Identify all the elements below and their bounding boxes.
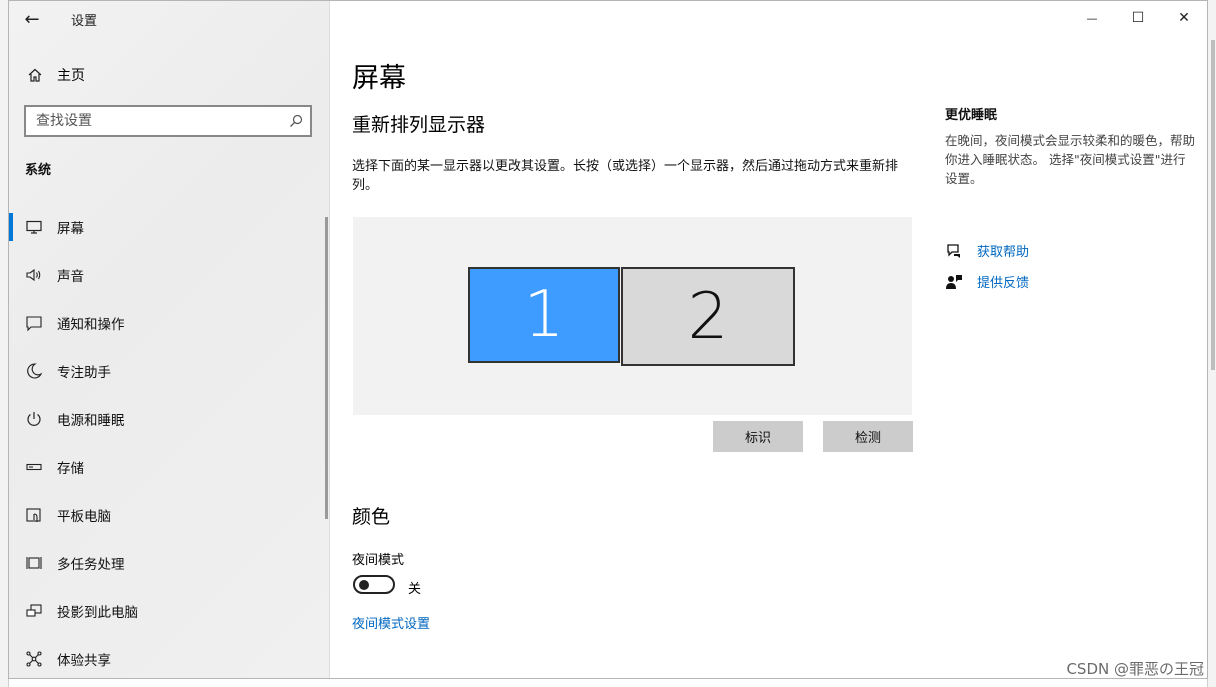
caption-buttons: — ☐ ✕ <box>1069 1 1207 35</box>
sidebar-item-power-sleep[interactable]: 电源和睡眠 <box>9 395 327 443</box>
monitor-number: 1 <box>523 278 565 352</box>
search-box <box>24 105 312 137</box>
search-icon[interactable] <box>288 113 304 129</box>
night-mode-settings-link[interactable]: 夜间模式设置 <box>352 613 430 632</box>
storage-icon <box>26 463 42 471</box>
close-icon: ✕ <box>1178 10 1190 26</box>
multitask-icon <box>26 557 42 569</box>
sidebar-item-display[interactable]: 屏幕 <box>9 203 327 251</box>
maximize-button[interactable]: ☐ <box>1115 1 1161 35</box>
night-mode-state: 关 <box>408 582 422 597</box>
section-label: 系统 <box>25 163 52 178</box>
arrange-displays-heading: 重新排列显示器 <box>352 114 486 136</box>
sidebar-nav: 屏幕 声音 通知和操作 专注助手 电源和睡眠 存储 平板电脑 多任务处理 投影到… <box>9 203 327 683</box>
minimize-button[interactable]: — <box>1069 1 1115 35</box>
sidebar-item-sound[interactable]: 声音 <box>9 251 327 299</box>
chat-help-icon <box>947 243 960 258</box>
sidebar-item-label: 专注助手 <box>57 365 111 381</box>
sidebar-item-tablet[interactable]: 平板电脑 <box>9 491 327 539</box>
sidebar-item-label: 投影到此电脑 <box>57 605 138 621</box>
sidebar-item-home[interactable]: 主页 <box>9 59 329 91</box>
sidebar-item-label: 通知和操作 <box>57 317 125 333</box>
feedback-link[interactable]: 提供反馈 <box>945 272 1029 291</box>
sidebar-item-multitasking[interactable]: 多任务处理 <box>9 539 327 587</box>
toggle-knob <box>359 580 369 590</box>
sidebar-item-label: 电源和睡眠 <box>57 413 125 429</box>
main-content: — ☐ ✕ 屏幕 重新排列显示器 选择下面的某一显示器以更改其设置。长按（或选择… <box>329 1 1207 678</box>
get-help-link[interactable]: 获取帮助 <box>945 241 1029 260</box>
sidebar-item-project-to-pc[interactable]: 投影到此电脑 <box>9 587 327 635</box>
sidebar-item-label: 体验共享 <box>57 653 111 669</box>
sidebar-item-focus-assist[interactable]: 专注助手 <box>9 347 327 395</box>
maximize-icon: ☐ <box>1131 10 1145 26</box>
search-input[interactable] <box>26 107 288 135</box>
display-arrangement-area: 1 2 <box>353 217 912 415</box>
watermark: CSDN @罪恶の王冠 <box>1066 660 1204 678</box>
night-mode-toggle[interactable] <box>353 575 395 594</box>
speaker-icon <box>26 268 41 282</box>
identify-button[interactable]: 标识 <box>713 421 803 452</box>
color-heading: 颜色 <box>352 506 391 528</box>
close-button[interactable]: ✕ <box>1161 1 1207 35</box>
sidebar-item-storage[interactable]: 存储 <box>9 443 327 491</box>
settings-window: ← 设置 主页 系统 <box>8 0 1208 679</box>
sidebar-item-label: 主页 <box>57 68 85 84</box>
sidebar-item-notifications[interactable]: 通知和操作 <box>9 299 327 347</box>
page-title: 屏幕 <box>352 63 406 94</box>
share-icon <box>26 651 42 667</box>
moon-icon <box>27 363 43 379</box>
window-title: 设置 <box>71 13 98 29</box>
title-bar: ← 设置 <box>9 1 329 37</box>
back-button[interactable]: ← <box>9 1 55 37</box>
background-window-edge-right <box>1207 0 1216 687</box>
sidebar-item-label: 屏幕 <box>57 221 84 237</box>
monitor-1[interactable]: 1 <box>468 267 620 363</box>
minimize-icon: — <box>1086 11 1098 25</box>
message-icon <box>26 316 42 332</box>
better-sleep-text: 在晚间，夜间模式会显示较柔和的暖色，帮助你进入睡眠状态。 选择"夜间模式设置"进… <box>945 133 1196 186</box>
feedback-label: 提供反馈 <box>977 276 1030 291</box>
project-icon <box>26 604 42 617</box>
monitor-2[interactable]: 2 <box>621 267 795 366</box>
better-sleep-heading: 更优睡眠 <box>945 108 998 123</box>
sidebar-item-shared-experiences[interactable]: 体验共享 <box>9 635 327 683</box>
home-icon <box>28 68 42 82</box>
feedback-person-icon <box>946 274 962 289</box>
monitor-icon <box>26 220 42 234</box>
night-mode-label: 夜间模式 <box>352 553 405 568</box>
sidebar-item-label: 存储 <box>57 461 84 477</box>
sidebar: ← 设置 主页 系统 <box>9 1 330 678</box>
arrange-displays-description: 选择下面的某一显示器以更改其设置。长按（或选择）一个显示器，然后通过拖动方式来重… <box>352 159 899 193</box>
sidebar-item-label: 平板电脑 <box>57 509 111 525</box>
sidebar-scrollbar[interactable] <box>325 217 328 519</box>
back-arrow-icon: ← <box>24 8 40 30</box>
sidebar-item-label: 多任务处理 <box>57 557 125 573</box>
power-icon <box>27 412 41 426</box>
sidebar-item-label: 声音 <box>57 269 84 285</box>
monitor-number: 2 <box>687 279 729 354</box>
background-scrollbar <box>1211 40 1215 370</box>
detect-button[interactable]: 检测 <box>823 421 913 452</box>
tablet-icon <box>26 508 41 522</box>
get-help-label: 获取帮助 <box>977 245 1030 260</box>
selection-indicator <box>9 213 13 241</box>
